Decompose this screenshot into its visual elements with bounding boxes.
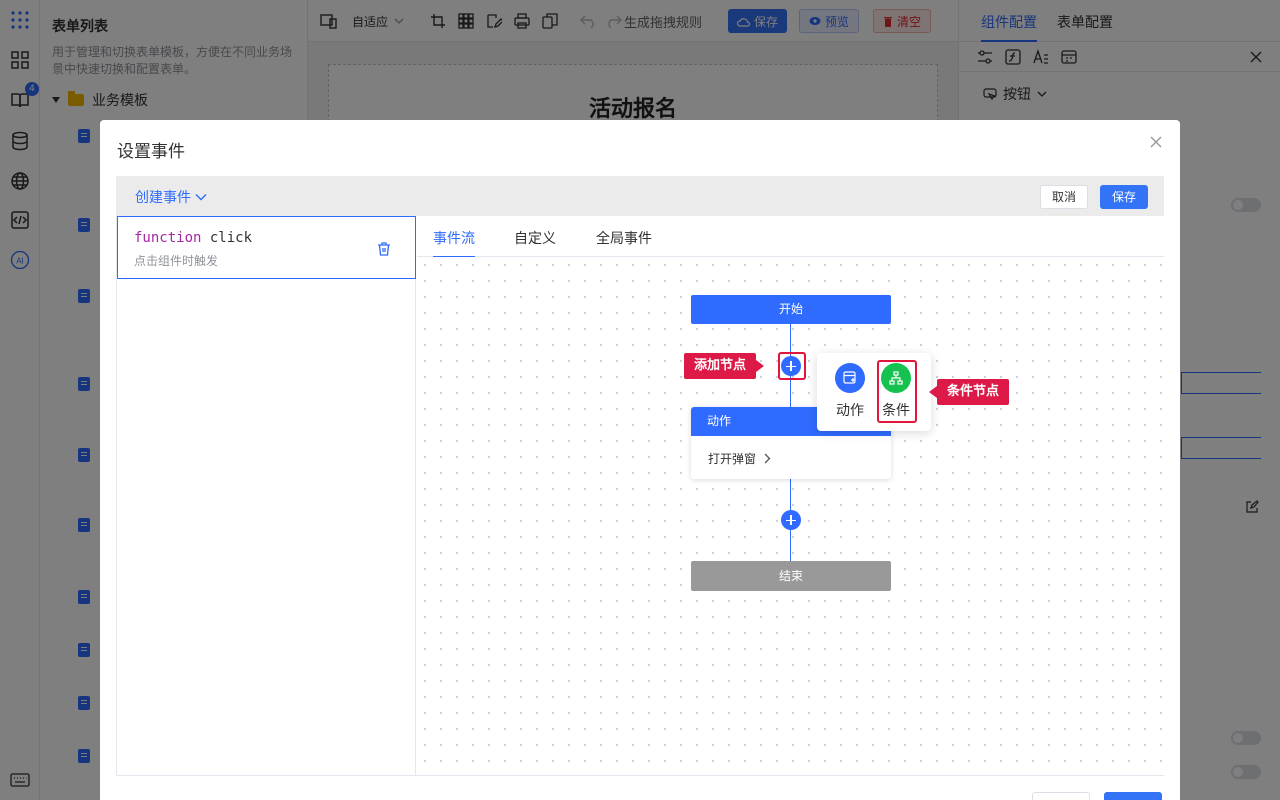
action-node-body[interactable]: 打开弹窗 [708,450,771,467]
event-function-list: function click 点击组件时触发 [117,216,416,775]
event-settings-dialog: 设置事件 创建事件 取消 保存 function click 点击组件时触发 事… [100,120,1180,800]
dialog-title: 设置事件 [117,142,185,162]
dialog-body: function click 点击组件时触发 事件流 自定义 全局事件 开始 动… [116,216,1164,776]
delete-icon[interactable] [376,241,392,257]
action-node-label: 打开弹窗 [708,452,757,466]
function-keyword: function [134,230,202,246]
chevron-down-icon [195,194,207,201]
menu-item-action[interactable]: 动作 [834,363,866,420]
footer-cancel-button[interactable] [1032,792,1090,800]
end-node[interactable]: 结束 [691,561,891,591]
save-button[interactable]: 保存 [1100,185,1148,209]
create-event-dropdown[interactable]: 创建事件 [135,187,207,207]
function-name: click [209,230,253,246]
action-node-icon [835,363,865,393]
create-event-label: 创建事件 [135,190,191,206]
tab-event-flow[interactable]: 事件流 [433,228,475,258]
dialog-toolbar: 创建事件 取消 保存 [116,176,1164,216]
function-signature: function click [134,230,252,246]
footer-confirm-button[interactable] [1104,792,1162,800]
menu-item-action-label: 动作 [836,403,864,419]
chevron-right-icon [764,453,771,464]
flow-canvas[interactable]: 开始 动作 打开弹窗 结束 动作 条件 添加节点 条件节点 [417,257,1164,775]
event-flow-pane: 事件流 自定义 全局事件 开始 动作 打开弹窗 结束 动作 条件 添加节点 条件… [417,216,1164,775]
add-node-callout: 添加节点 [684,353,765,379]
event-function-item[interactable]: function click 点击组件时触发 [117,216,416,279]
condition-node-callout: 条件节点 [928,379,1010,405]
condition-node-highlight [877,360,917,423]
tab-custom[interactable]: 自定义 [514,228,556,248]
close-icon[interactable] [1148,134,1164,150]
start-node[interactable]: 开始 [691,295,891,324]
tab-global-events[interactable]: 全局事件 [596,228,652,248]
flow-tabs: 事件流 自定义 全局事件 [417,216,1164,258]
add-node-button[interactable] [781,510,801,530]
cancel-button[interactable]: 取消 [1040,185,1088,209]
function-description: 点击组件时触发 [134,254,219,268]
add-node-highlight [778,352,806,380]
